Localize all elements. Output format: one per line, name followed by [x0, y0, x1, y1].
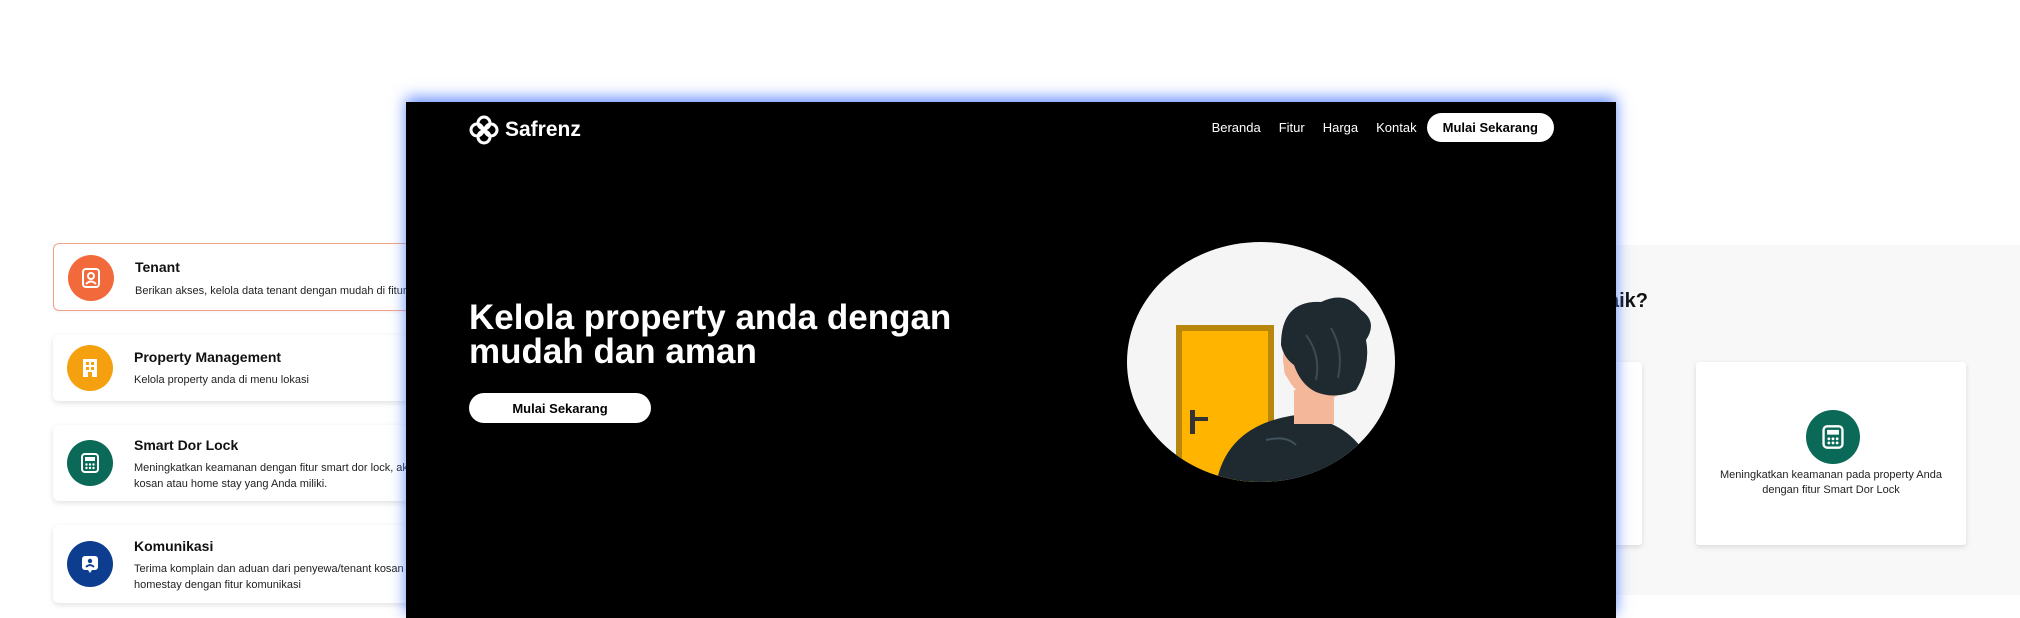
nav-link-kontak[interactable]: Kontak [1376, 120, 1416, 135]
brand-name: Safrenz [505, 118, 581, 141]
hero-start-button[interactable]: Mulai Sekarang [469, 393, 651, 423]
feature-title: Property Management [134, 349, 282, 365]
top-navigation: Beranda Fitur Harga Kontak Mulai Sekaran… [1212, 113, 1554, 142]
chat-user-icon [67, 541, 113, 587]
tenant-user-icon [68, 255, 114, 301]
right-card-smart-dor-lock[interactable]: Meningkatkan keamanan pada property Anda… [1696, 362, 1966, 545]
hero-section: Safrenz Beranda Fitur Harga Kontak Mulai… [406, 102, 1616, 618]
flower-logo-icon [469, 115, 499, 145]
brand-logo[interactable]: Safrenz [469, 115, 581, 145]
nav-link-harga[interactable]: Harga [1323, 120, 1358, 135]
person-at-door-illustration [1116, 240, 1406, 490]
feature-title: Tenant [135, 259, 180, 275]
keypad-lock-icon [67, 440, 113, 486]
nav-link-beranda[interactable]: Beranda [1212, 120, 1261, 135]
nav-link-fitur[interactable]: Fitur [1279, 120, 1305, 135]
hero-title: Kelola property anda dengan mudah dan am… [469, 298, 952, 371]
keypad-lock-icon [1806, 410, 1860, 464]
feature-title: Smart Dor Lock [134, 437, 239, 453]
feature-title: Komunikasi [134, 538, 214, 554]
right-card-description: Meningkatkan keamanan pada property Anda… [1720, 469, 1942, 496]
building-icon [67, 345, 113, 391]
nav-start-button[interactable]: Mulai Sekarang [1426, 113, 1554, 142]
